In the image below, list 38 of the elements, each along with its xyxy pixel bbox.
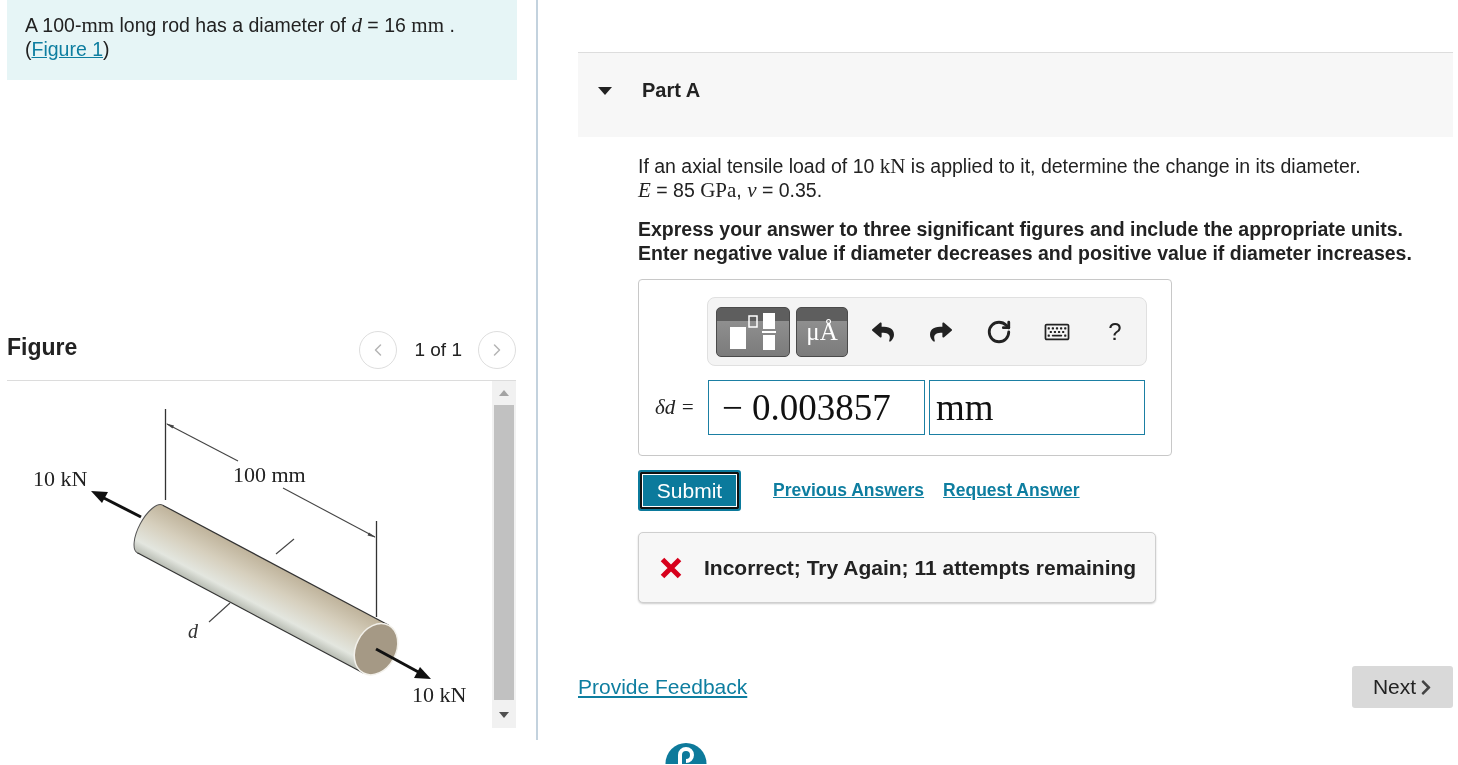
help-button[interactable]: ? xyxy=(1092,306,1138,357)
answer-value-field[interactable]: − 0.003857 xyxy=(708,380,925,435)
templates-button[interactable] xyxy=(716,306,790,357)
part-title: Part A xyxy=(642,79,701,101)
pager-text: 1 of 1 xyxy=(414,337,462,362)
instruction-text: Enter negative value if diameter decreases and positive value if diameter increases. xyxy=(638,241,1413,265)
diameter-leader xyxy=(275,538,295,555)
provide-feedback-link[interactable]: Provide Feedback xyxy=(578,671,748,703)
figure-heading: Figure xyxy=(7,332,78,362)
redo-icon[interactable] xyxy=(930,320,952,343)
reset-icon[interactable] xyxy=(986,318,1012,345)
force-label: 10 kN xyxy=(412,682,467,707)
chevron-right-icon xyxy=(1420,678,1433,696)
submit-button[interactable]: Submit xyxy=(638,470,741,511)
scrollbar[interactable] xyxy=(492,381,516,728)
caret-icon[interactable] xyxy=(598,87,612,95)
answer-link[interactable]: Previous Answers xyxy=(773,477,925,504)
answer-unit-field[interactable]: mm xyxy=(929,380,1145,435)
problem-text: A 100-mm long rod has a diameter of d = 16 mm . (Figure 1) xyxy=(25,13,456,61)
instruction-text: Express your answer to three significant figures and include the appropriate units. xyxy=(638,217,1404,241)
force-arrow xyxy=(91,491,142,519)
scroll-down-icon[interactable] xyxy=(499,712,509,718)
length-label: 100 mm xyxy=(233,462,306,487)
diameter-label: d xyxy=(188,620,198,642)
answer-label: δd = xyxy=(655,393,696,421)
fraction-template-icon xyxy=(730,312,776,351)
figure-link[interactable]: Figure 1 xyxy=(31,38,104,60)
scrollbar-thumb[interactable] xyxy=(494,405,514,700)
next-button[interactable]: Next xyxy=(1352,666,1453,708)
feedback-message: Incorrect; Try Again; 11 attempts remaining xyxy=(704,554,1137,581)
force-arrow xyxy=(375,647,431,679)
diameter-leader xyxy=(208,602,231,623)
undo-icon[interactable] xyxy=(872,320,894,343)
part-header[interactable]: Part A xyxy=(578,52,1453,137)
force-label: 10 kN xyxy=(33,466,88,491)
units-button[interactable]: μÅ xyxy=(796,306,848,357)
question-text: If an axial tensile load of 10 kN is applied to it, determine the change in its diameter. E = 85 GPa, v = 0.35. xyxy=(638,154,1362,202)
answer-link[interactable]: Request Answer xyxy=(943,477,1080,504)
